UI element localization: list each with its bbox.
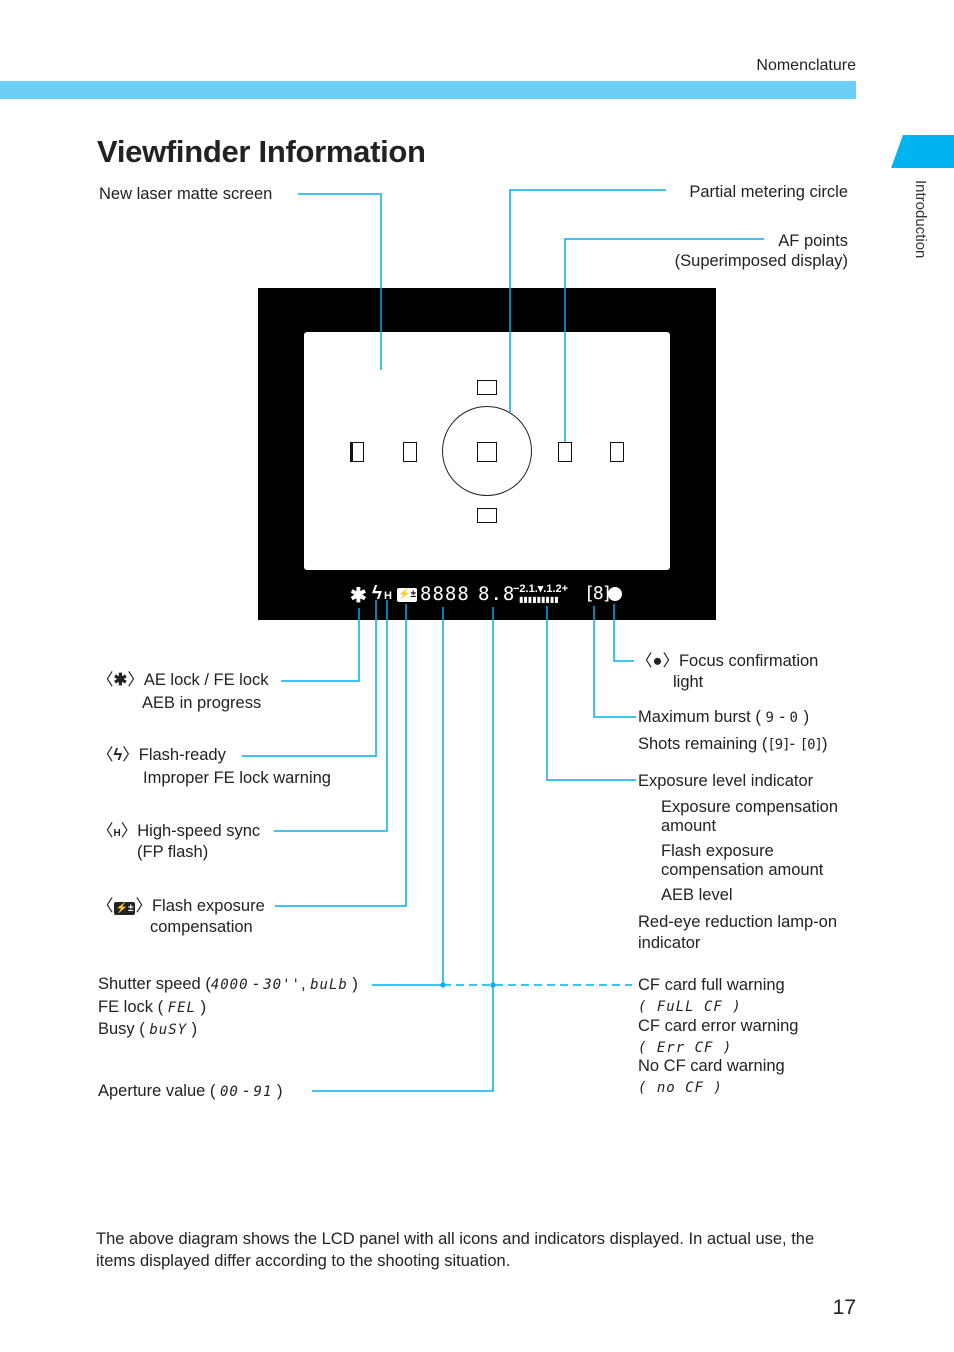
close-paren: ) xyxy=(187,1020,198,1038)
callout-ae-lock: 〈✱〉AE lock / FE lock xyxy=(97,671,269,689)
exposure-item: amount xyxy=(661,817,717,835)
label-af-points-sub: (Superimposed display) xyxy=(674,252,848,270)
close-paren: ) xyxy=(272,1082,283,1100)
callout-fec-sub: compensation xyxy=(150,918,253,936)
shutter-label: Shutter speed ( xyxy=(98,975,211,993)
ae-lock-label: AE lock / FE lock xyxy=(143,671,269,689)
callout-red-eye: Red-eye reduction lamp-on xyxy=(638,913,838,931)
callout-cf-error: CF card error warning xyxy=(638,1017,799,1035)
label-matte-screen: New laser matte screen xyxy=(99,185,273,203)
page-number: 17 xyxy=(832,1296,856,1319)
exposure-item: compensation amount xyxy=(661,861,824,879)
shutter-range-min: 4000 xyxy=(210,977,249,993)
callout-fe-lock: FE lock ( FEL ) xyxy=(98,997,206,1018)
close-paren: ) xyxy=(347,975,358,993)
fec-label: Flash exposure xyxy=(151,897,265,915)
high-speed-icon: H xyxy=(113,828,121,839)
shots-max: [0] xyxy=(799,737,823,753)
close-paren: ) xyxy=(195,998,207,1016)
close-paren: ) xyxy=(798,708,810,726)
callout-high-speed: 〈H〉High-speed sync xyxy=(97,822,261,840)
close-paren: ) xyxy=(822,735,828,753)
callout-focus-sub: light xyxy=(673,673,704,691)
cf-full-code: ( FuLL CF ) xyxy=(638,999,742,1015)
line-metering xyxy=(509,189,666,412)
max-burst-label: Maximum burst ( xyxy=(638,708,766,726)
callout-exposure-level: Exposure level indicator xyxy=(638,772,814,790)
aperture-label: Aperture value ( xyxy=(98,1082,220,1100)
callout-high-speed-sub: (FP flash) xyxy=(137,843,209,861)
busy-label: Busy ( xyxy=(98,1020,150,1038)
high-speed-label: High-speed sync xyxy=(137,822,261,840)
line-ae-lock xyxy=(281,608,360,682)
callout-focus-confirmation: 〈●〉Focus confirmation xyxy=(636,652,819,670)
dash: - xyxy=(238,1082,254,1100)
callout-ae-lock-sub: AEB in progress xyxy=(142,694,262,712)
aperture-range-max: 91 xyxy=(253,1084,273,1100)
callout-flash-ready: 〈ϟ〉Flash-ready xyxy=(97,746,226,764)
busy-code: buSY xyxy=(149,1022,188,1038)
shutter-range-max: 30'' xyxy=(263,977,301,993)
callout-cf-full: CF card full warning xyxy=(638,976,785,994)
focus-label: Focus confirmation xyxy=(678,652,819,670)
fe-lock-code: FEL xyxy=(167,1000,196,1016)
label-metering-circle: Partial metering circle xyxy=(689,183,848,201)
exposure-item: AEB level xyxy=(661,886,733,904)
callout-shots-remaining: Shots remaining ([9]- [0]) xyxy=(638,734,828,755)
callout-fec: 〈 ⚡± 〉Flash exposure xyxy=(97,897,265,915)
callout-busy: Busy ( buSY ) xyxy=(98,1019,197,1040)
line-exposure xyxy=(546,606,636,781)
callout-shutter-speed: Shutter speed (4000 - 30'', buLb ) xyxy=(98,974,358,995)
line-aperture xyxy=(312,607,494,1092)
line-hs xyxy=(274,600,388,832)
callout-aperture: Aperture value ( 00 - 91 ) xyxy=(98,1081,282,1102)
callout-max-burst: Maximum burst ( 9 - 0 ) xyxy=(638,707,809,728)
dash: - xyxy=(248,975,264,993)
callout-no-cf: No CF card warning xyxy=(638,1057,785,1075)
line-focus xyxy=(613,604,634,662)
fec-icon: ⚡± xyxy=(113,902,136,915)
line-matte xyxy=(298,193,382,370)
flash-ready-label: Flash-ready xyxy=(138,746,226,764)
dash: - xyxy=(789,735,800,753)
shots-label: Shots remaining ( xyxy=(638,735,768,753)
max-burst-max: 0 xyxy=(789,710,799,726)
no-cf-code: ( no CF ) xyxy=(638,1080,723,1096)
fe-lock-label: FE lock ( xyxy=(98,998,168,1016)
flash-icon: ϟ xyxy=(113,746,123,764)
ae-lock-icon: ✱ xyxy=(113,671,128,689)
dash: - xyxy=(774,708,790,726)
cf-error-code: ( Err CF ) xyxy=(638,1040,733,1056)
exposure-item: Exposure compensation xyxy=(661,798,839,816)
exposure-item: Flash exposure xyxy=(661,842,774,860)
aperture-range-min: 00 xyxy=(219,1084,239,1100)
line-shutter xyxy=(372,607,444,986)
focus-dot-icon: ● xyxy=(652,652,663,670)
footnote: The above diagram shows the LCD panel wi… xyxy=(96,1230,815,1270)
max-burst-min: 9 xyxy=(765,710,775,726)
shots-min: [9] xyxy=(767,737,790,753)
separator: , xyxy=(300,975,311,993)
callout-flash-ready-sub: Improper FE lock warning xyxy=(143,769,331,787)
label-af-points: AF points xyxy=(778,232,848,250)
shutter-bulb: buLb xyxy=(310,977,348,993)
callout-red-eye-sub: indicator xyxy=(638,934,701,952)
